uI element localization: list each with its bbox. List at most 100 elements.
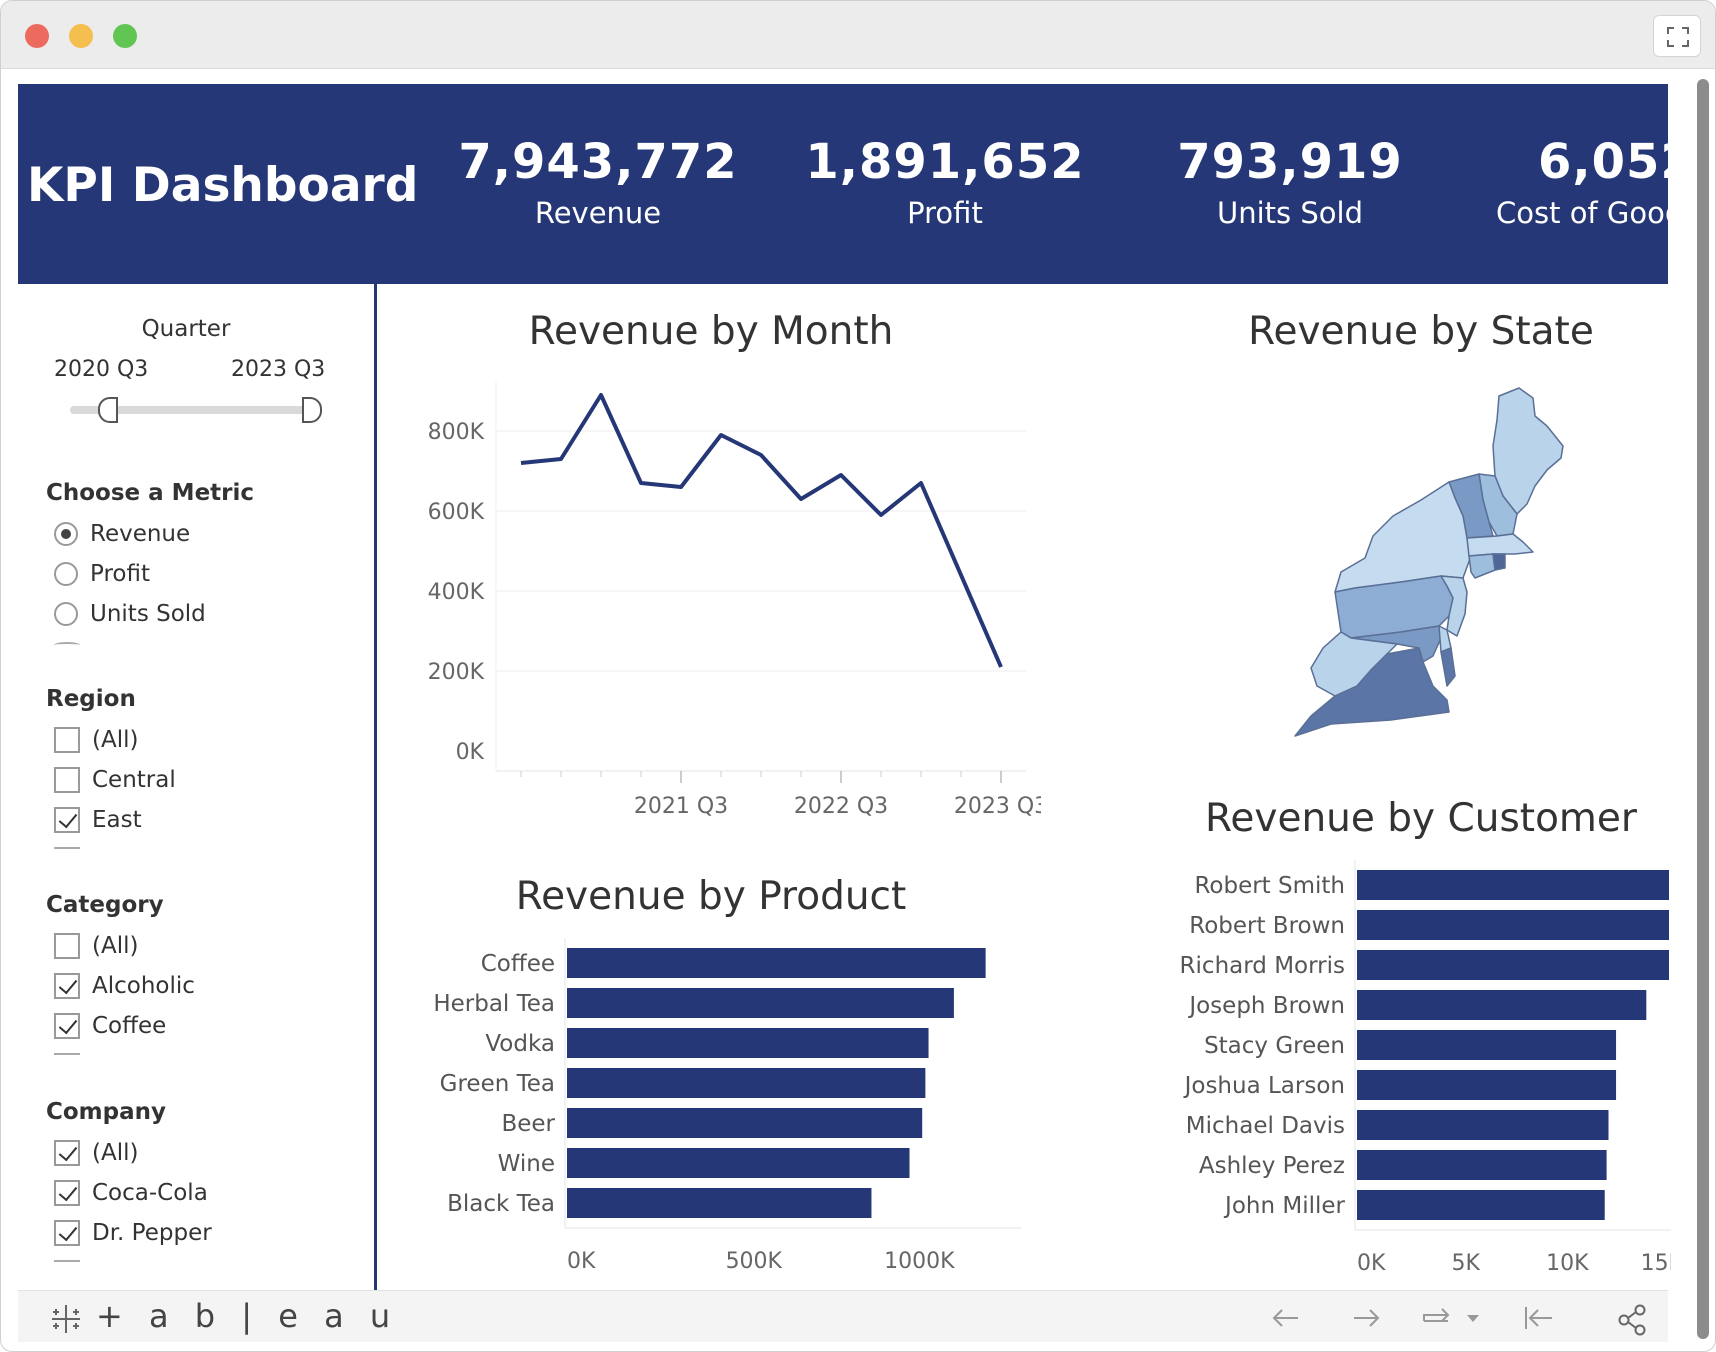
tableau-toolbar: + a b | e a u	[18, 1290, 1668, 1342]
vertical-scrollbar[interactable]	[1697, 79, 1709, 1339]
option-label: Revenue	[90, 521, 191, 547]
option-label: (All)	[92, 933, 139, 959]
region-filter-title: Region	[46, 686, 136, 712]
y-tick-label: 600K	[428, 500, 485, 525]
revenue-by-month-chart[interactable]: 0K 200K 400K 600K 800K 2021 Q3 2022 Q3 2023 Q3	[381, 371, 1041, 841]
kpi-revenue[interactable]: 7,943,772 Revenue	[448, 134, 748, 230]
checkbox-checked[interactable]	[54, 973, 80, 999]
region-option-east[interactable]: East	[54, 803, 142, 837]
browser-window: KPI Dashboard 7,943,772 Revenue 1,891,65…	[0, 0, 1716, 1352]
quarter-slider-start-handle[interactable]	[98, 397, 118, 423]
x-tick-label: 0K	[567, 1249, 596, 1274]
category-filter-title: Category	[46, 892, 164, 918]
category-label: Joshua Larson	[1183, 1073, 1345, 1099]
checkbox-checked[interactable]	[54, 1180, 80, 1206]
reset-icon[interactable]	[1520, 1303, 1556, 1333]
x-tick-label: 500K	[726, 1249, 783, 1274]
metric-filter-title: Choose a Metric	[46, 480, 255, 506]
metric-option-units-sold[interactable]: Units Sold	[54, 597, 206, 631]
quarter-range-start: 2020 Q3	[54, 357, 149, 382]
chevron-down-icon[interactable]	[1464, 1303, 1482, 1333]
x-tick-label: 15K	[1641, 1251, 1671, 1276]
radio-unselected[interactable]	[54, 562, 78, 586]
fullscreen-button[interactable]	[1653, 15, 1701, 57]
company-list-overflow[interactable]	[54, 1260, 314, 1266]
map-state-virginia-shore[interactable]	[1440, 647, 1456, 687]
undo-icon[interactable]	[1268, 1303, 1304, 1333]
bar	[1357, 1190, 1605, 1220]
kpi-label: Units Sold	[1217, 196, 1363, 230]
category-option-all[interactable]: (All)	[54, 929, 138, 963]
option-label: Coca-Cola	[92, 1180, 208, 1206]
y-tick-label: 800K	[428, 420, 485, 445]
revenue-by-state-map[interactable]	[1271, 386, 1571, 756]
kpi-units-sold[interactable]: 793,919 Units Sold	[1140, 134, 1440, 230]
map-state-maine[interactable]	[1492, 387, 1564, 515]
checkbox-checked[interactable]	[54, 807, 80, 833]
option-label: Coffee	[92, 1013, 167, 1039]
checkbox-checked[interactable]	[54, 1013, 80, 1039]
category-label: Stacy Green	[1204, 1033, 1345, 1059]
kpi-cost-of-goods[interactable]: 6,052, Cost of Good	[1496, 134, 1668, 230]
radio-unselected[interactable]	[54, 602, 78, 626]
company-option-coca-cola[interactable]: Coca-Cola	[54, 1176, 208, 1210]
category-option-alcoholic[interactable]: Alcoholic	[54, 969, 195, 1003]
option-label: East	[92, 807, 142, 833]
redo-icon[interactable]	[1348, 1303, 1384, 1333]
kpi-header: KPI Dashboard 7,943,772 Revenue 1,891,65…	[18, 84, 1668, 284]
map-state-new-york[interactable]	[1334, 481, 1472, 593]
region-option-central[interactable]: Central	[54, 763, 176, 797]
category-label: Robert Brown	[1189, 913, 1345, 939]
revenue-by-customer-chart[interactable]: Robert Smith Robert Brown Richard Morris Jo…	[1131, 856, 1671, 1276]
checkbox-unchecked[interactable]	[54, 767, 80, 793]
checkbox-checked[interactable]	[54, 1220, 80, 1246]
category-label: Michael Davis	[1186, 1113, 1345, 1139]
map-state-massachusetts[interactable]	[1466, 533, 1534, 557]
metric-option-revenue[interactable]: Revenue	[54, 517, 190, 551]
option-label: (All)	[92, 1140, 139, 1166]
company-option-dr-pepper[interactable]: Dr. Pepper	[54, 1216, 212, 1250]
radio-selected[interactable]	[54, 522, 78, 546]
revenue-by-product-chart[interactable]: Coffee Herbal Tea Vodka Green Tea Beer Wine Bl…	[381, 936, 1041, 1276]
region-list-overflow[interactable]	[54, 847, 314, 853]
category-option-coffee[interactable]: Coffee	[54, 1009, 166, 1043]
metric-option-profit[interactable]: Profit	[54, 557, 150, 591]
quarter-slider-end-handle[interactable]	[302, 397, 322, 423]
close-window-button[interactable]	[25, 24, 49, 48]
kpi-profit[interactable]: 1,891,652 Profit	[795, 134, 1095, 230]
metric-list-overflow[interactable]	[54, 642, 314, 648]
map-state-connecticut[interactable]	[1468, 553, 1496, 579]
checkbox-checked[interactable]	[54, 1140, 80, 1166]
tableau-logo-icon	[52, 1305, 80, 1333]
zoom-window-button[interactable]	[113, 24, 137, 48]
kpi-value: 6,052,	[1538, 134, 1668, 190]
category-label: Vodka	[485, 1031, 555, 1057]
bar	[1357, 1070, 1617, 1100]
option-label: Alcoholic	[92, 973, 195, 999]
bar	[1357, 870, 1669, 900]
bar	[1357, 1030, 1617, 1060]
option-label: Dr. Pepper	[92, 1220, 212, 1246]
category-list-overflow[interactable]	[54, 1053, 314, 1059]
category-label: Coffee	[481, 951, 555, 977]
x-tick-label: 1000K	[884, 1249, 955, 1274]
bar	[1357, 910, 1669, 940]
bar	[1357, 1110, 1609, 1140]
company-option-all[interactable]: (All)	[54, 1136, 138, 1170]
category-label: Joseph Brown	[1187, 993, 1345, 1019]
kpi-label: Revenue	[534, 196, 662, 230]
map-state-rhode-island[interactable]	[1492, 553, 1506, 571]
checkbox-unchecked[interactable]	[54, 727, 80, 753]
checkbox-unchecked[interactable]	[54, 933, 80, 959]
minimize-window-button[interactable]	[69, 24, 93, 48]
category-label: John Miller	[1223, 1193, 1345, 1219]
category-label: Robert Smith	[1194, 873, 1345, 899]
kpi-label: Cost of Good	[1496, 196, 1668, 230]
x-tick-label: 2022 Q3	[794, 794, 888, 819]
share-icon[interactable]	[1616, 1303, 1650, 1337]
revert-icon[interactable]	[1418, 1303, 1458, 1333]
region-option-all[interactable]: (All)	[54, 723, 138, 757]
category-label: Wine	[498, 1151, 555, 1177]
window-titlebar	[1, 1, 1715, 69]
x-tick-label: 0K	[1357, 1251, 1386, 1276]
